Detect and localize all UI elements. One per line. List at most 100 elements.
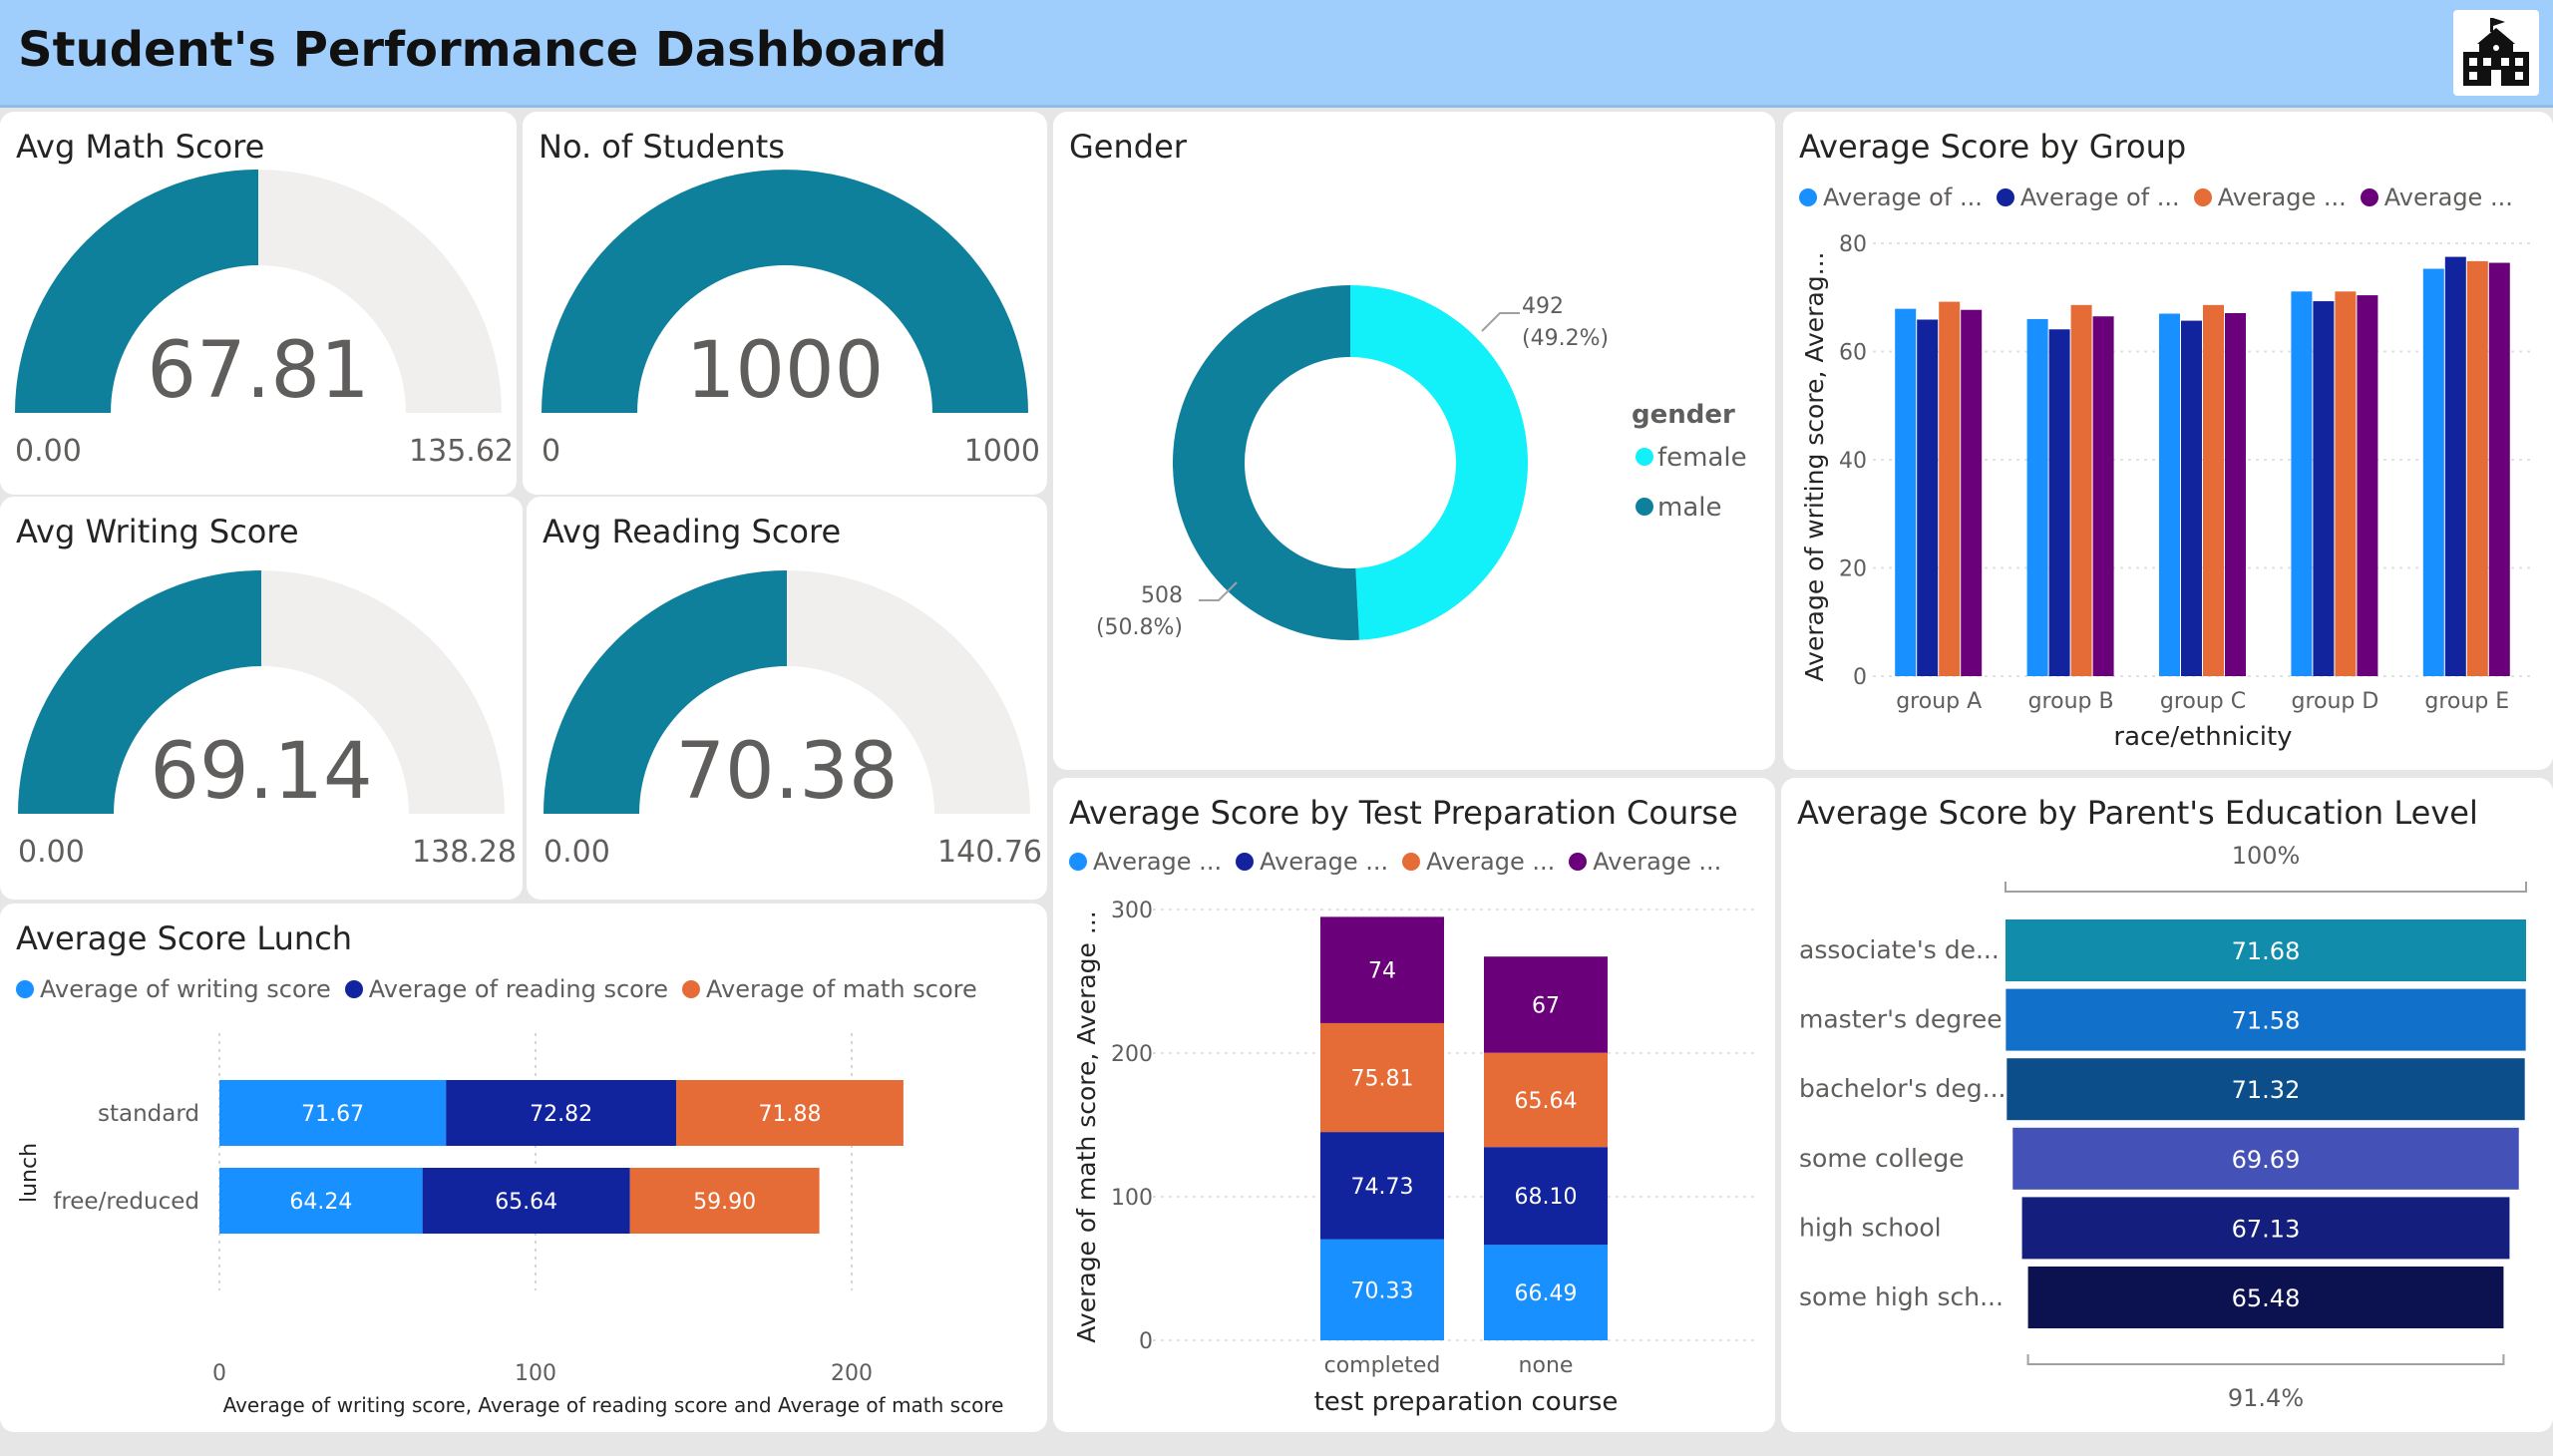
gender-donut-chart: 492 (49.2%) 508 (50.8%) gender female male bbox=[1096, 285, 1747, 640]
funnel-chart: 100% 71.68 associate's de... 71.58 master's … bbox=[1799, 842, 2527, 1412]
x-tick-label: group C bbox=[2160, 689, 2246, 714]
leader-line bbox=[1481, 312, 1520, 332]
gauge-chart: 67.81 0.00 135.62 bbox=[15, 170, 514, 469]
x-tick-label: completed bbox=[1324, 1353, 1441, 1378]
data-label: 69.69 bbox=[2232, 1146, 2301, 1174]
gauge-min-label: 0.00 bbox=[18, 835, 85, 870]
data-label: 65.64 bbox=[1515, 1089, 1578, 1114]
donut-slice-male bbox=[1173, 285, 1359, 640]
gauge-max-label: 135.62 bbox=[409, 434, 514, 469]
x-tick-label: 100 bbox=[515, 1361, 556, 1386]
funnel-bottom-label: 91.4% bbox=[2228, 1384, 2304, 1412]
school-building-icon bbox=[2453, 10, 2539, 96]
avg-writing-score-card: Avg Writing Score 69.14 0.00 138.28 bbox=[0, 497, 523, 900]
data-label: 67.13 bbox=[2232, 1215, 2301, 1243]
y-tick-label: 40 bbox=[1839, 449, 1867, 474]
gauge-max-label: 138.28 bbox=[412, 835, 517, 870]
page-title: Student's Performance Dashboard bbox=[18, 22, 947, 78]
x-tick-label: group E bbox=[2424, 689, 2509, 714]
legend-title: gender bbox=[1632, 400, 1735, 430]
y-tick-label: 80 bbox=[1839, 232, 1867, 257]
gauge-value: 70.38 bbox=[675, 727, 898, 817]
y-tick-label: 200 bbox=[1111, 1042, 1153, 1067]
funnel-top-label: 100% bbox=[2232, 842, 2301, 870]
slice-pct-label: (49.2%) bbox=[1522, 326, 1609, 351]
avg-score-by-group-card: Average Score by Group Average of ... Ave… bbox=[1783, 112, 2553, 770]
legend-label: female bbox=[1657, 443, 1747, 473]
data-label: 59.90 bbox=[693, 1190, 756, 1215]
bar bbox=[1917, 319, 1939, 676]
avg-score-lunch-card: Average Score Lunch Average of writing s… bbox=[0, 904, 1047, 1432]
data-label: 72.82 bbox=[530, 1102, 592, 1127]
data-label: 71.88 bbox=[758, 1102, 821, 1127]
bar bbox=[2335, 291, 2357, 676]
stacked-column-chart: 0 100 200 300 70.33 74.73 75.81 74 completed 66.4… bbox=[1072, 899, 1757, 1417]
category-label: some high sch... bbox=[1799, 1282, 2004, 1311]
category-label: master's degree bbox=[1799, 1005, 2003, 1034]
legend-marker bbox=[1636, 498, 1653, 516]
gauge-min-label: 0.00 bbox=[544, 835, 610, 870]
avg-score-by-test-prep-card: Average Score by Test Preparation Course… bbox=[1053, 778, 1775, 1432]
bar bbox=[2488, 262, 2510, 676]
bar bbox=[2092, 316, 2114, 676]
funnel-bottom-bracket bbox=[2026, 1354, 2505, 1365]
avg-score-by-parent-education-card: Average Score by Parent's Education Leve… bbox=[1781, 778, 2553, 1432]
dashboard-header: Student's Performance Dashboard bbox=[0, 0, 2553, 108]
data-label: 68.10 bbox=[1515, 1185, 1578, 1210]
no-of-students-card: No. of Students 1000 0 1000 bbox=[523, 112, 1047, 495]
legend-marker bbox=[1636, 448, 1653, 466]
bar bbox=[2048, 329, 2070, 676]
data-label: 71.58 bbox=[2232, 1007, 2301, 1035]
y-tick-label: 0 bbox=[1139, 1329, 1153, 1354]
data-label: 74 bbox=[1368, 959, 1396, 984]
y-tick-label: 100 bbox=[1111, 1186, 1153, 1211]
category-label: some college bbox=[1799, 1144, 1965, 1173]
gauge-value: 1000 bbox=[686, 326, 885, 416]
y-tick-label: free/reduced bbox=[53, 1189, 199, 1215]
data-label: 75.81 bbox=[1351, 1067, 1414, 1092]
data-label: 70.33 bbox=[1351, 1278, 1414, 1303]
y-tick-label: 20 bbox=[1839, 557, 1867, 582]
stacked-bar-chart: 0 100 200 71.67 72.82 71.88 standard 64.24 65.64… bbox=[17, 1033, 1004, 1417]
bar bbox=[1939, 301, 1961, 676]
legend-label: male bbox=[1657, 493, 1721, 523]
category-label: high school bbox=[1799, 1213, 1942, 1242]
bar bbox=[2444, 256, 2466, 676]
y-axis-title: Average of writing score, Averag... bbox=[1800, 252, 1829, 682]
data-label: 67 bbox=[1532, 993, 1560, 1018]
y-tick-label: standard bbox=[98, 1101, 199, 1127]
bar bbox=[2466, 260, 2488, 676]
gauge-min-label: 0.00 bbox=[15, 434, 82, 469]
gauge-value: 69.14 bbox=[150, 727, 372, 817]
x-tick-label: group A bbox=[1896, 689, 1982, 714]
bar bbox=[2225, 312, 2246, 676]
bar bbox=[2357, 295, 2378, 676]
y-axis-title: lunch bbox=[17, 1143, 42, 1203]
grouped-bar-chart: 0 20 40 60 80 group A group B group C group D gro… bbox=[1800, 232, 2533, 752]
x-tick-label: 200 bbox=[831, 1361, 873, 1386]
funnel-top-bracket bbox=[2005, 882, 2527, 893]
gauge-max-label: 1000 bbox=[964, 434, 1040, 469]
slice-pct-label: (50.8%) bbox=[1096, 615, 1183, 640]
bar bbox=[2159, 313, 2180, 676]
data-label: 65.48 bbox=[2232, 1284, 2301, 1312]
x-axis-title: race/ethnicity bbox=[2113, 722, 2292, 752]
y-tick-label: 300 bbox=[1111, 899, 1153, 923]
bar bbox=[1895, 308, 1917, 676]
x-tick-label: 0 bbox=[212, 1361, 226, 1386]
gauge-chart: 1000 0 1000 bbox=[542, 170, 1040, 469]
slice-value-label: 508 bbox=[1141, 583, 1183, 608]
gauge-min-label: 0 bbox=[542, 434, 560, 469]
y-tick-label: 60 bbox=[1839, 341, 1867, 366]
data-label: 66.49 bbox=[1515, 1281, 1578, 1306]
gauge-chart: 70.38 0.00 140.76 bbox=[544, 570, 1042, 870]
gauge-chart: 69.14 0.00 138.28 bbox=[18, 570, 517, 870]
y-tick-label: 0 bbox=[1853, 665, 1867, 690]
data-label: 65.64 bbox=[495, 1190, 557, 1215]
x-axis-title: Average of writing score, Average of rea… bbox=[223, 1393, 1004, 1417]
slice-value-label: 492 bbox=[1522, 294, 1564, 319]
data-label: 64.24 bbox=[289, 1190, 352, 1215]
y-axis-title: Average of math score, Average ... bbox=[1072, 910, 1101, 1342]
category-label: bachelor's deg... bbox=[1799, 1074, 2006, 1103]
bar bbox=[2313, 301, 2335, 676]
